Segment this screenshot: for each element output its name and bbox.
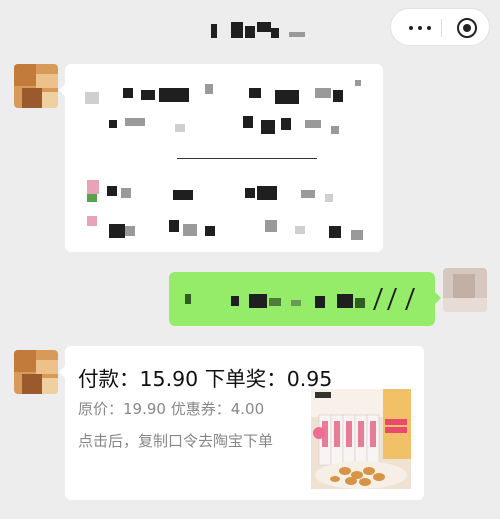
capsule-divider — [441, 19, 442, 37]
product-card-bubble[interactable]: 付款：15.90 下单奖：0.95 原价：19.90 优惠券：4.00 点击后，… — [59, 346, 424, 500]
product-image[interactable] — [311, 389, 411, 489]
self-avatar[interactable] — [443, 268, 487, 312]
original-price-text: 原价：19.90 优惠券：4.00 — [78, 400, 265, 418]
snack-package-image — [311, 389, 411, 489]
chat-title — [205, 20, 315, 44]
sender-avatar[interactable] — [14, 350, 58, 394]
target-icon[interactable] — [457, 18, 477, 38]
more-dots-icon[interactable] — [409, 26, 433, 30]
message-bubble-received[interactable] — [59, 64, 383, 252]
mini-program-capsule — [390, 8, 490, 46]
copy-code-hint: 点击后，复制口令去陶宝下单 — [78, 432, 274, 450]
sender-avatar[interactable] — [14, 64, 58, 108]
pay-amount-text: 付款：15.90 下单奖：0.95 — [78, 367, 333, 391]
message-bubble-sent[interactable] — [169, 272, 441, 326]
